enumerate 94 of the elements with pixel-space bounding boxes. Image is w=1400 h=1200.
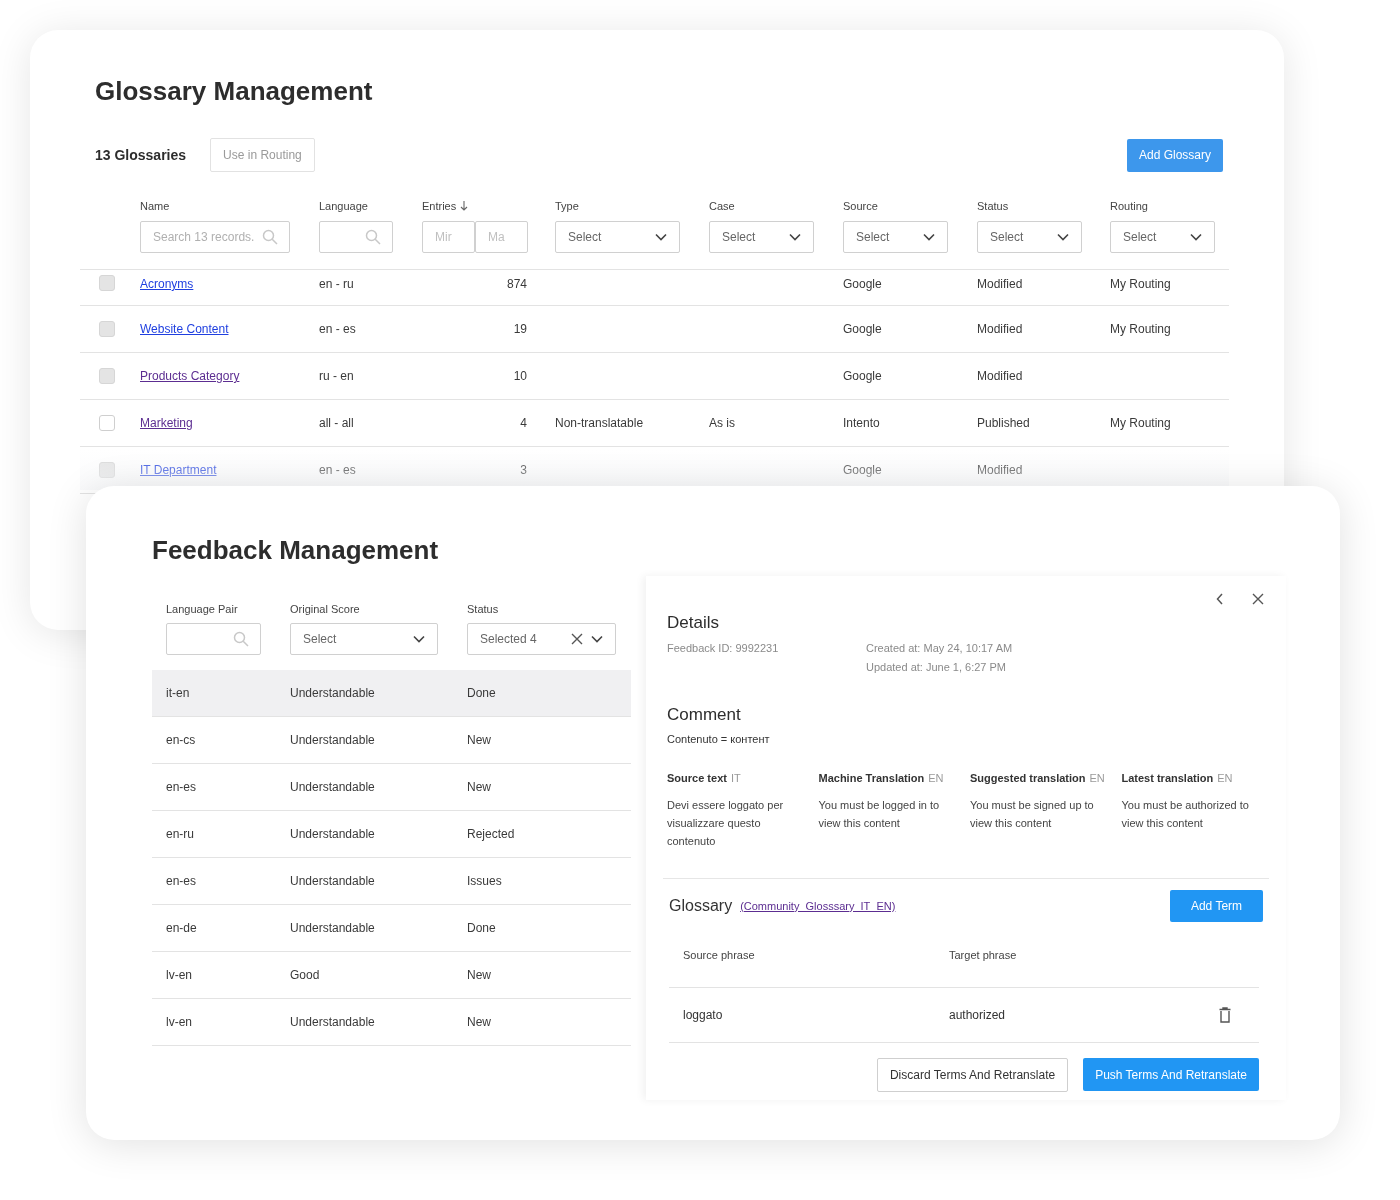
- filter-select[interactable]: Select: [977, 221, 1082, 253]
- table-cell: 4: [520, 416, 527, 430]
- search-field[interactable]: Search 13 records.: [140, 221, 290, 253]
- glossary-link[interactable]: (Community_Glosssary_IT_EN): [740, 897, 896, 915]
- table-cell: My Routing: [1110, 277, 1171, 291]
- table-cell: My Routing: [1110, 416, 1171, 430]
- back-button[interactable]: [1216, 593, 1224, 605]
- chevron-down-icon: [655, 233, 667, 241]
- table-cell: 10: [513, 369, 527, 383]
- table-cell: 3: [520, 463, 527, 477]
- filter-select[interactable]: Select: [290, 623, 438, 655]
- chevron-down-icon: [413, 635, 425, 643]
- table-cell: Modified: [977, 463, 1023, 477]
- translation-text: You must be logged in to view this content: [818, 798, 941, 831]
- section-title: Comment: [667, 703, 742, 726]
- translation-label: Latest translation: [1121, 770, 1214, 786]
- glossary-link[interactable]: Marketing: [140, 416, 193, 430]
- column-header[interactable]: Language: [319, 197, 368, 215]
- translation-label: Source text: [667, 770, 727, 786]
- search-field[interactable]: [166, 623, 261, 655]
- table-cell: en - ru: [319, 277, 354, 291]
- table-cell: Modified: [977, 322, 1023, 336]
- table-cell: Google: [843, 277, 882, 291]
- table-cell: en - es: [319, 463, 356, 477]
- column-header[interactable]: Status: [467, 601, 631, 617]
- trash-icon: [1219, 1007, 1231, 1023]
- search-icon: [262, 229, 278, 245]
- language-code: EN: [1089, 770, 1105, 786]
- section-title: Glossary: [669, 896, 733, 916]
- chevron-down-icon: [591, 635, 603, 643]
- column-header[interactable]: Name: [140, 197, 170, 215]
- window-title: Feedback Management: [152, 534, 439, 567]
- row-checkbox[interactable]: [99, 415, 115, 431]
- table-cell: Modified: [977, 369, 1023, 383]
- column-header[interactable]: Source: [843, 197, 878, 215]
- chevron-down-icon: [1057, 233, 1069, 241]
- column-header: Target phrase: [949, 948, 1018, 964]
- table-cell: Google: [843, 322, 882, 336]
- filter-select[interactable]: Select: [843, 221, 948, 253]
- translation-label: Suggested translation: [970, 770, 1086, 786]
- created-date: Created at: May 24, 10:17 AM: [866, 640, 1013, 656]
- section-title: Details: [667, 612, 720, 634]
- language-code: IT: [730, 770, 741, 786]
- translation-text: You must be authorized to view this content: [1121, 798, 1250, 831]
- max-field[interactable]: Ma: [475, 221, 528, 253]
- translation-text: You must be signed up to view this content: [970, 798, 1095, 831]
- chevron-down-icon: [923, 233, 935, 241]
- table-cell: Non-translatable: [555, 416, 644, 430]
- chevron-down-icon: [1190, 233, 1202, 241]
- table-cell: Published: [977, 416, 1030, 430]
- filter-select[interactable]: Selected 4: [467, 623, 616, 655]
- close-icon: [1252, 593, 1264, 605]
- comment-text: Contenuto = контент: [667, 732, 771, 747]
- translation-label: Machine Translation: [818, 770, 925, 786]
- column-header[interactable]: Case: [709, 197, 735, 215]
- updated-date: Updated at: June 1, 6:27 PM: [866, 660, 1008, 675]
- table-cell: As is: [709, 416, 735, 430]
- chevron-down-icon: [789, 233, 801, 241]
- discard-terms-button[interactable]: Discard Terms And Retranslate: [876, 1058, 1069, 1092]
- table-cell: Google: [843, 463, 882, 477]
- glossary-count: 13 Glossaries: [95, 145, 187, 165]
- table-cell: ru - en: [319, 369, 354, 383]
- table-cell: Google: [843, 369, 882, 383]
- table-cell: 19: [513, 322, 527, 336]
- table-cell: all - all: [319, 416, 354, 430]
- filter-select[interactable]: Select: [555, 221, 680, 253]
- column-header[interactable]: Entries: [422, 197, 457, 215]
- translation-text: Devi essere loggato per visualizzare questo contenuto: [667, 798, 785, 849]
- column-header[interactable]: Status: [977, 197, 1009, 215]
- filter-select[interactable]: Select: [709, 221, 814, 253]
- table-cell: en - es: [319, 322, 356, 336]
- feedback-row[interactable]: it-en Understandable Done: [152, 670, 631, 717]
- language-code: EN: [1217, 770, 1233, 786]
- chevron-left-icon: [1216, 593, 1224, 605]
- column-header: Source phrase: [682, 948, 756, 964]
- table-cell-text: loggato: [682, 1007, 724, 1024]
- table-cell: Intento: [843, 416, 880, 430]
- language-code: EN: [928, 770, 944, 786]
- close-button[interactable]: [1252, 593, 1264, 605]
- column-header[interactable]: Original Score: [290, 601, 467, 617]
- column-header[interactable]: Type: [555, 197, 579, 215]
- min-field[interactable]: Mir: [422, 221, 475, 253]
- search-icon: [233, 631, 249, 647]
- window-title: Glossary Management: [95, 75, 373, 108]
- table-cell: 874: [506, 277, 527, 291]
- search-field[interactable]: [319, 221, 393, 253]
- column-header[interactable]: Routing: [1110, 197, 1148, 215]
- table-cell: My Routing: [1110, 322, 1171, 336]
- feedback-id: Feedback ID: 9992231: [667, 641, 779, 654]
- column-header[interactable]: Language Pair: [166, 601, 290, 617]
- table-cell: Modified: [977, 277, 1023, 291]
- filter-select[interactable]: Select: [1110, 221, 1215, 253]
- table-cell-text: authorized: [949, 1007, 1007, 1024]
- search-icon: [365, 229, 381, 245]
